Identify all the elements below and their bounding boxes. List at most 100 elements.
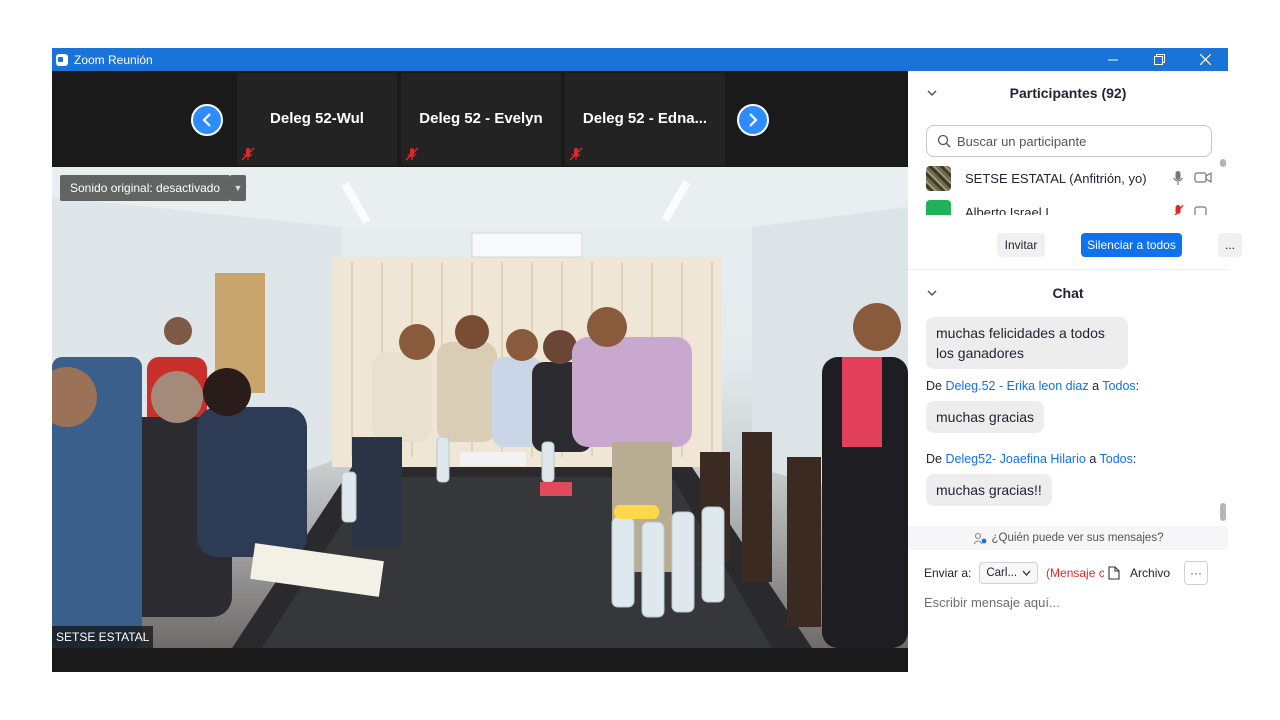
chevron-right-icon xyxy=(749,113,758,127)
participant-status-icons xyxy=(1172,170,1212,186)
mute-all-button[interactable]: Silenciar a todos xyxy=(1081,233,1182,257)
speaker-name: SETSE ESTATAL xyxy=(56,630,150,644)
to-word: a xyxy=(1089,452,1097,466)
send-to-label: Enviar a: xyxy=(924,566,972,580)
more-label: ··· xyxy=(1190,566,1202,580)
active-speaker-video[interactable]: Sonido original: desactivado ▼ SETSE EST… xyxy=(52,167,908,648)
to-word: a xyxy=(1092,379,1100,393)
message-input-placeholder: Escribir mensaje aquí... xyxy=(924,595,1060,610)
previous-page-button[interactable] xyxy=(191,104,223,136)
zoom-logo-icon xyxy=(56,53,68,66)
chat-message-text: muchas gracias xyxy=(936,409,1035,425)
restore-button[interactable] xyxy=(1136,48,1182,71)
participant-status-icons xyxy=(1172,204,1212,215)
chat-message-input[interactable]: Escribir mensaje aquí... xyxy=(924,595,1214,615)
participant-name: Alberto Israel I... xyxy=(965,204,1060,216)
chat-message-bubble: muchas gracias xyxy=(926,401,1045,433)
participant-tile[interactable]: Deleg 52 - Edna... xyxy=(565,73,725,165)
video-frame xyxy=(52,167,908,648)
zoom-window: Zoom Reunión Deleg 52-Wul Deleg 52 - Eve… xyxy=(52,48,1242,672)
restore-icon xyxy=(1153,54,1165,65)
send-to-row: Enviar a: Carl... (Mensaje c Archivo xyxy=(924,561,1224,585)
from-prefix: De xyxy=(926,452,942,466)
participants-title: Participantes (92) xyxy=(1009,85,1127,101)
mute-all-label: Silenciar a todos xyxy=(1087,238,1176,252)
microphone-icon[interactable] xyxy=(1172,170,1184,186)
invite-label: Invitar xyxy=(1004,238,1038,252)
chat-header: Chat xyxy=(908,271,1228,315)
chevron-down-icon[interactable] xyxy=(926,87,938,99)
chat-message-bubble: muchas gracias!! xyxy=(926,474,1052,506)
chat-message-sender-line: De Deleg52- Joaefina Hilario a Todos: xyxy=(926,452,1137,466)
chat-title: Chat xyxy=(1052,285,1084,301)
mic-muted-icon xyxy=(405,147,419,161)
participant-row[interactable]: Alberto Israel I... xyxy=(926,199,1216,215)
recipient-name[interactable]: Todos xyxy=(1102,379,1135,393)
chat-message-sender-line: De Deleg.52 - Erika leon diaz a Todos: xyxy=(926,379,1140,393)
invite-button[interactable]: Invitar xyxy=(997,233,1045,257)
people-info-icon xyxy=(973,532,986,544)
participants-header: Participantes (92) xyxy=(908,71,1228,115)
chevron-down-icon xyxy=(1022,570,1031,576)
file-label[interactable]: Archivo xyxy=(1130,566,1170,580)
search-icon xyxy=(937,134,951,148)
window-title: Zoom Reunión xyxy=(74,52,153,67)
chevron-left-icon xyxy=(202,113,211,127)
file-icon[interactable] xyxy=(1108,566,1120,580)
chat-message-bubble: muchas felicidades a todos los ganadores xyxy=(926,317,1128,369)
original-sound-toggle[interactable]: Sonido original: desactivado xyxy=(60,175,231,201)
participant-row[interactable]: SETSE ESTATAL (Anfitrión, yo) xyxy=(926,165,1216,191)
tile-name: Deleg 52 - Edna... xyxy=(582,110,708,127)
mic-muted-icon xyxy=(569,147,583,161)
gallery-strip: Deleg 52-Wul Deleg 52 - Evelyn Deleg 52 … xyxy=(52,71,908,167)
avatar xyxy=(926,199,951,215)
next-page-button[interactable] xyxy=(737,104,769,136)
sender-name[interactable]: Deleg52- Joaefina Hilario xyxy=(945,452,1085,466)
message-mode-text[interactable]: (Mensaje c xyxy=(1046,566,1104,580)
tile-name: Deleg 52 - Evelyn xyxy=(419,110,543,127)
tile-name: Deleg 52-Wul xyxy=(270,110,364,127)
participant-search-input[interactable]: Buscar un participante xyxy=(926,125,1212,157)
minimize-icon xyxy=(1108,59,1118,60)
sender-name[interactable]: Deleg.52 - Erika leon diaz xyxy=(945,379,1088,393)
more-label: ... xyxy=(1224,238,1235,252)
who-can-see-messages-link[interactable]: ¿Quién puede ver sus mensajes? xyxy=(908,526,1228,550)
video-camera-icon[interactable] xyxy=(1194,170,1212,184)
chat-message-text: muchas gracias!! xyxy=(936,482,1042,498)
from-prefix: De xyxy=(926,379,942,393)
avatar xyxy=(926,165,951,191)
participants-scrollbar[interactable] xyxy=(1220,159,1226,215)
speaker-name-label: SETSE ESTATAL xyxy=(52,626,154,648)
recipient-name[interactable]: Todos xyxy=(1100,452,1133,466)
chevron-down-icon[interactable] xyxy=(926,287,938,299)
participant-list: SETSE ESTATAL (Anfitrión, yo) Alberto Is… xyxy=(908,163,1228,215)
mic-muted-icon xyxy=(241,147,255,161)
send-to-dropdown[interactable]: Carl... xyxy=(979,562,1039,584)
minimize-button[interactable] xyxy=(1090,48,1136,71)
caret-down-icon: ▼ xyxy=(233,183,243,193)
side-panel: Participantes (92) Buscar un participant… xyxy=(908,71,1242,672)
video-bottom-band xyxy=(52,648,908,672)
section-divider xyxy=(908,269,1228,270)
chat-scrollbar[interactable] xyxy=(1220,317,1226,525)
participant-tile[interactable]: Deleg 52 - Evelyn xyxy=(401,73,561,165)
who-can-see-text: ¿Quién puede ver sus mensajes? xyxy=(991,532,1164,544)
participant-tile[interactable]: Deleg 52-Wul xyxy=(237,73,397,165)
close-icon xyxy=(1199,54,1211,65)
chat-messages: muchas felicidades a todos los ganadores… xyxy=(908,317,1228,525)
close-button[interactable] xyxy=(1182,48,1228,71)
scrollbar-thumb[interactable] xyxy=(1220,503,1226,521)
participant-name: SETSE ESTATAL (Anfitrión, yo) xyxy=(965,170,1147,186)
video-area: Deleg 52-Wul Deleg 52 - Evelyn Deleg 52 … xyxy=(52,71,908,672)
participants-more-button[interactable]: ... xyxy=(1218,233,1242,257)
original-sound-label: Sonido original: desactivado xyxy=(70,181,221,195)
search-placeholder: Buscar un participante xyxy=(957,133,1087,149)
chat-message-text: muchas felicidades a todos los ganadores xyxy=(936,325,1105,361)
mic-muted-icon[interactable] xyxy=(1172,204,1184,215)
title-bar: Zoom Reunión xyxy=(52,48,1228,71)
chat-more-button[interactable]: ··· xyxy=(1184,561,1208,585)
scrollbar-thumb[interactable] xyxy=(1220,159,1226,167)
send-to-value: Carl... xyxy=(986,567,1018,579)
original-sound-dropdown[interactable]: ▼ xyxy=(230,175,246,201)
video-camera-icon[interactable] xyxy=(1194,204,1212,215)
